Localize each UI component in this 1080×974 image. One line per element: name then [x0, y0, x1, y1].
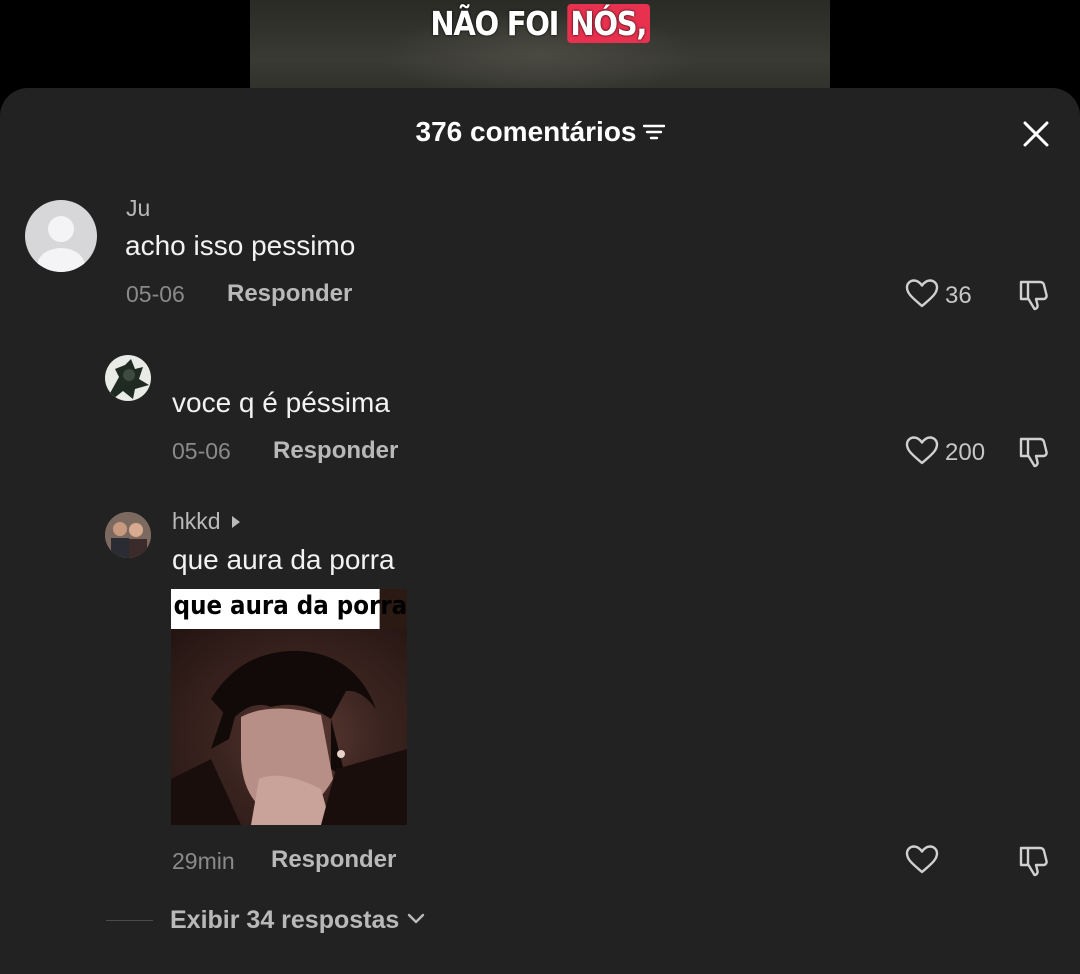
- comment-text: que aura da porra: [172, 544, 395, 575]
- reply-button[interactable]: Responder: [227, 280, 352, 308]
- chevron-down-icon: [407, 912, 425, 930]
- dislike-icon[interactable]: [1018, 435, 1054, 474]
- video-caption-text: NÃO FOI: [430, 4, 559, 43]
- comment-author[interactable]: hkkd: [172, 508, 221, 535]
- comments-header: 376 comentários: [0, 88, 1080, 178]
- video-caption-highlight: NÓS,: [566, 4, 650, 43]
- comment-date: 05-06: [126, 281, 185, 307]
- comment-count-label: 376 comentários: [415, 116, 637, 147]
- play-triangle-icon: [231, 508, 241, 535]
- reply-button[interactable]: Responder: [271, 846, 396, 874]
- divider-line: [106, 920, 153, 921]
- heart-icon: [905, 278, 939, 313]
- like-button[interactable]: 36: [905, 278, 972, 313]
- view-replies-button[interactable]: Exibir 34 respostas: [106, 906, 425, 935]
- comment-date: 29min: [172, 848, 235, 874]
- comment-author-row[interactable]: hkkd: [172, 508, 241, 535]
- heart-icon: [905, 844, 939, 879]
- avatar[interactable]: [105, 512, 151, 558]
- dislike-icon[interactable]: [1018, 278, 1054, 317]
- comment-sticker-image[interactable]: que aura da porra: [171, 589, 407, 825]
- comment-text: voce q é péssima: [172, 387, 390, 418]
- like-count: 200: [945, 438, 986, 466]
- comment-count: 376 comentários: [0, 116, 1080, 148]
- sticker-caption: que aura da porra: [171, 589, 407, 629]
- sticker-artwork: [171, 629, 407, 825]
- like-button[interactable]: 200: [905, 435, 985, 470]
- view-replies-label: Exibir 34 respostas: [170, 906, 400, 934]
- video-caption: NÃO FOI NÓS,: [285, 4, 795, 43]
- comment-author[interactable]: Ju: [126, 195, 150, 222]
- dislike-icon[interactable]: [1018, 844, 1054, 883]
- video-preview[interactable]: NÃO FOI NÓS,: [250, 0, 830, 100]
- like-count: 36: [945, 281, 972, 309]
- sort-filter-icon[interactable]: [642, 116, 665, 148]
- avatar[interactable]: [105, 355, 151, 401]
- heart-icon: [905, 435, 939, 470]
- comments-sheet: 376 comentários Ju acho isso pessimo 05-…: [0, 88, 1080, 974]
- reply-button[interactable]: Responder: [273, 437, 398, 465]
- comment-date: 05-06: [172, 438, 231, 464]
- like-button[interactable]: [905, 844, 945, 879]
- comment-text: acho isso pessimo: [125, 230, 356, 261]
- avatar[interactable]: [25, 200, 97, 272]
- close-icon[interactable]: [1018, 116, 1054, 152]
